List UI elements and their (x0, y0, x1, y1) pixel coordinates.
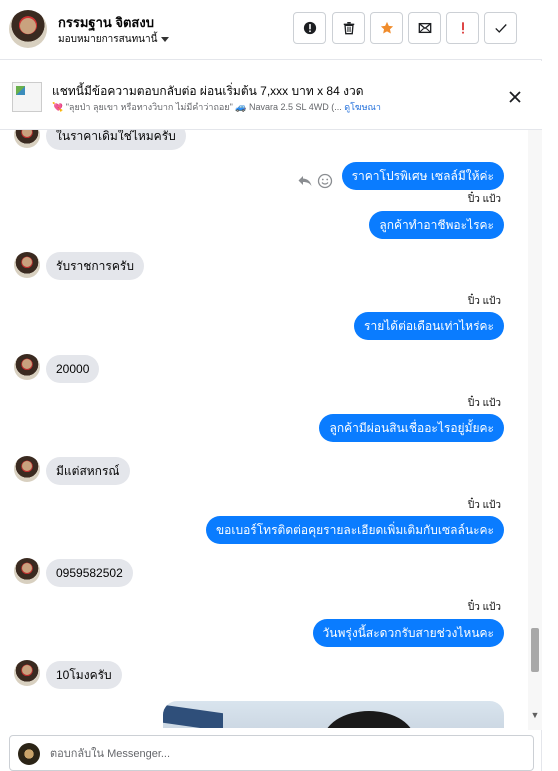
ad-product: Navara 2.5 SL 4WD (... (249, 102, 342, 112)
message-list[interactable]: ในราคาเดิมใช่ไหมครับ ราคาโปรพิเศษ เซลล์ม… (0, 130, 528, 728)
assign-conversation-label: มอบหมายการสนทนานี้ (58, 34, 158, 45)
contact-avatar[interactable] (9, 10, 47, 48)
reply-composer (9, 735, 534, 771)
ad-reference-bar: แชทนี้มีข้อความตอบกลับต่อ ผ่อนเริ่มต้น 7… (0, 61, 542, 130)
contact-avatar-small (14, 252, 40, 278)
incoming-message[interactable]: 20000 (46, 355, 100, 383)
contact-avatar-small (14, 558, 40, 584)
incoming-message[interactable]: 10โมงครับ (46, 661, 122, 689)
close-icon[interactable] (506, 88, 524, 106)
ad-subtitle: 💘 "ลุยป่า ลุยเขา หรือทางวิบาก ไม่มีคำว่า… (52, 100, 381, 114)
outgoing-message[interactable]: รายได้ต่อเดือนเท่าไหร่คะ (354, 312, 504, 340)
follow-up-button[interactable] (370, 12, 403, 44)
envelope-icon (418, 22, 431, 34)
outgoing-message[interactable]: ลูกค้าทำอาชีพอะไรคะ (369, 211, 504, 239)
checkmark-icon (494, 24, 507, 33)
contact-avatar-small (14, 456, 40, 482)
view-ad-link[interactable]: ดูโฆษณา (344, 102, 381, 112)
delete-button[interactable] (332, 12, 365, 44)
incoming-message[interactable]: 0959582502 (46, 559, 133, 587)
sender-name: ปิ๋ว แป้ว (467, 602, 501, 613)
outgoing-message[interactable]: ราคาโปรพิเศษ เซลล์มีให้ค่ะ (341, 162, 504, 190)
incoming-message[interactable]: ในราคาเดิมใช่ไหมครับ (46, 130, 186, 150)
outgoing-message[interactable]: ลูกค้ามีผ่อนสินเชื่ออะไรอยู่มั้ยคะ (319, 414, 504, 442)
sender-name: ปิ๋ว แป้ว (467, 398, 501, 409)
reply-icon[interactable] (297, 173, 313, 189)
report-button[interactable] (293, 12, 326, 44)
caret-down-icon (161, 36, 170, 42)
sender-name: ปิ๋ว แป้ว (467, 500, 501, 511)
outgoing-image-attachment[interactable] (163, 701, 504, 728)
trash-icon (343, 22, 354, 35)
incoming-message[interactable]: รับราชการครับ (46, 252, 144, 280)
message-input[interactable] (50, 745, 520, 763)
conversation-header: กรรมฐาน จิตสงบ มอบหมายการสนทนานี้ (0, 0, 542, 60)
ad-thumbnail[interactable] (12, 82, 42, 112)
emoji-react-icon[interactable] (317, 173, 333, 189)
image-content (163, 704, 223, 728)
car-emoji-icon: 🚙 (235, 102, 247, 112)
ad-title: แชทนี้มีข้อความตอบกลับต่อ ผ่อนเริ่มต้น 7… (52, 84, 364, 98)
alert-circle-icon (303, 21, 316, 35)
incoming-message[interactable]: มีแต่สหกรณ์ (46, 457, 130, 485)
contact-avatar-small (14, 660, 40, 686)
ad-caption: "ลุยป่า ลุยเขา หรือทางวิบาก ไม่มีคำว่าถอ… (65, 102, 233, 112)
assign-conversation-dropdown[interactable]: มอบหมายการสนทนานี้ (58, 32, 170, 47)
contact-avatar-small (14, 130, 40, 148)
outgoing-message[interactable]: วันพรุ่งนี้สะดวกรับสายช่วงไหนคะ (312, 619, 504, 647)
mark-unread-button[interactable] (408, 12, 441, 44)
scroll-down-arrow-icon[interactable]: ▼ (530, 710, 540, 720)
sender-name: ปิ๋ว แป้ว (467, 194, 501, 205)
mark-done-button[interactable] (484, 12, 517, 44)
move-to-spam-button[interactable] (446, 12, 479, 44)
exclamation-icon (461, 22, 464, 34)
conversation-panel: กรรมฐาน จิตสงบ มอบหมายการสนทนานี้ แชทนี้… (0, 0, 542, 771)
star-icon (380, 21, 393, 34)
scrollbar-thumb[interactable] (531, 628, 539, 672)
outgoing-message[interactable]: ขอเบอร์โทรติดต่อคุยรายละเอียดเพิ่มเติมกั… (205, 516, 504, 544)
heart-emoji-icon: 💘 (52, 102, 64, 112)
page-avatar (18, 743, 40, 765)
image-logo (323, 711, 415, 728)
contact-name[interactable]: กรรมฐาน จิตสงบ (58, 12, 154, 33)
sender-name: ปิ๋ว แป้ว (467, 296, 501, 307)
contact-avatar-small (14, 354, 40, 380)
